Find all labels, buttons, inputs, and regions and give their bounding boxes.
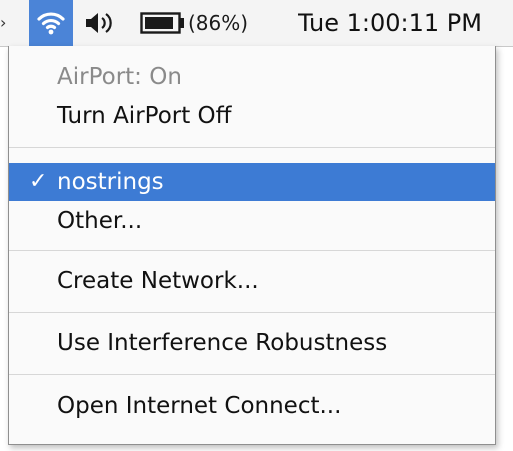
airport-dropdown-menu: AirPort: On Turn AirPort Off ✓ nostrings… [8,46,496,445]
volume-menu-extra[interactable] [84,9,118,37]
other-network-label: Other... [57,208,143,234]
interference-robustness-label: Use Interference Robustness [57,330,388,356]
speaker-icon [86,13,112,33]
airport-menu-extra[interactable] [29,0,73,46]
menu-separator [9,250,495,251]
menubar-clock[interactable]: Tue 1:00:11 PM [298,8,513,38]
battery-icon [140,12,184,34]
airport-status-label: AirPort: On [57,64,182,90]
battery-menu-extra[interactable] [140,12,186,34]
checkmark-icon: ✓ [29,169,48,194]
menu-item-turn-airport-off[interactable]: Turn AirPort Off [9,97,495,135]
menu-item-network-nostrings[interactable]: ✓ nostrings [9,163,495,201]
menu-separator [9,312,495,313]
turn-airport-off-label: Turn AirPort Off [57,103,232,129]
menu-separator [9,374,495,375]
screen: › (86%) Tue 1:00:11 PM AirPort: On Turn … [0,0,513,451]
menu-bar: › (86%) Tue 1:00:11 PM [0,0,513,47]
menu-item-other-network[interactable]: Other... [9,202,495,240]
menu-item-create-network[interactable]: Create Network... [9,262,495,300]
battery-percentage[interactable]: (86%) [188,9,248,37]
menubar-edge-glyph: › [0,13,7,32]
menu-item-open-internet-connect[interactable]: Open Internet Connect... [9,387,495,425]
network-name-label: nostrings [57,169,164,195]
menu-item-interference-robustness[interactable]: Use Interference Robustness [9,324,495,362]
open-internet-connect-label: Open Internet Connect... [57,393,342,419]
menu-separator [9,147,495,148]
create-network-label: Create Network... [57,268,259,294]
menu-item-airport-status: AirPort: On [9,58,495,96]
wifi-icon [37,12,65,35]
